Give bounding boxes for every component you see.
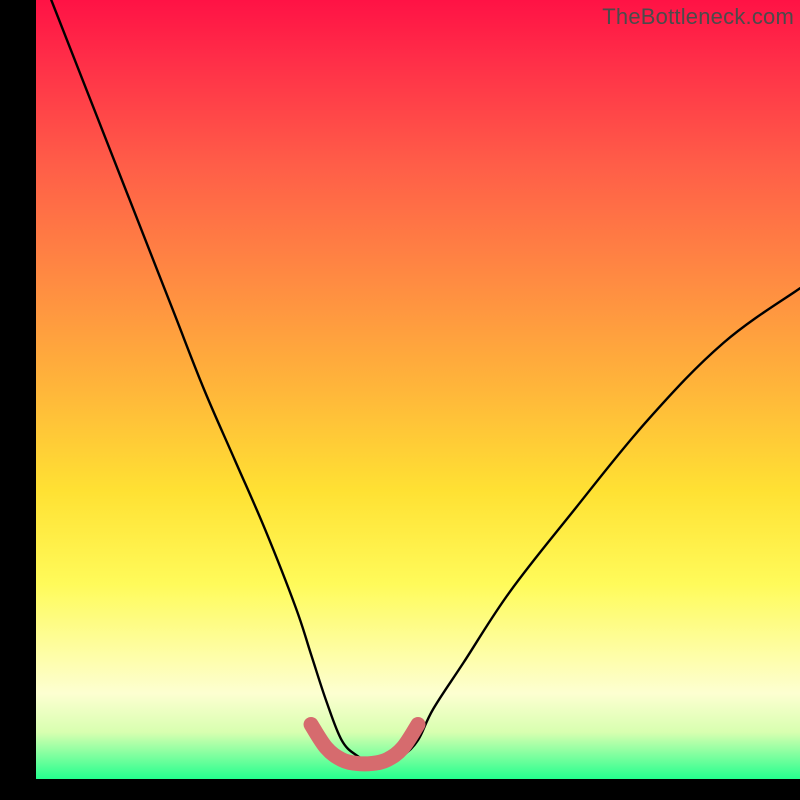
chart-svg bbox=[36, 0, 800, 779]
valley-highlight bbox=[311, 724, 418, 763]
plot-area: TheBottleneck.com bbox=[36, 0, 800, 779]
chart-frame: TheBottleneck.com bbox=[0, 0, 800, 800]
bottleneck-curve bbox=[51, 0, 800, 764]
